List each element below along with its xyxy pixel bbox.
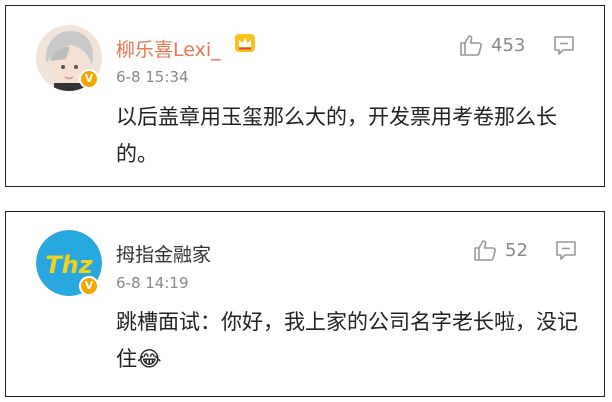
reply-icon[interactable] — [553, 35, 575, 56]
thumbs-up-icon — [474, 240, 496, 261]
verified-icon: V — [79, 69, 99, 89]
laughing-emoji-icon: 😂 — [137, 347, 162, 371]
like-count: 453 — [491, 34, 526, 56]
crown-icon — [234, 33, 256, 57]
comment-card: Thz V 拇指金融家 6-8 14:19 52 跳槽面试：你好，我上家的公司名… — [5, 211, 605, 397]
reply-icon[interactable] — [555, 240, 577, 261]
comment-text: 跳槽面试：你好，我上家的公司名字老长啦，没记住😂 — [116, 304, 580, 378]
comment-text-body: 跳槽面试：你好，我上家的公司名字老长啦，没记住 — [116, 310, 578, 371]
comment-card: V 柳乐喜Lexi_ 6-8 15:34 453 以后盖章用玉玺那么大的，开发票… — [5, 5, 605, 187]
comment-text: 以后盖章用玉玺那么大的，开发票用考卷那么长的。 — [116, 105, 557, 166]
comment-time: 6-8 15:34 — [116, 68, 189, 86]
like-button[interactable]: 453 — [459, 34, 525, 56]
comment-time: 6-8 14:19 — [116, 274, 189, 292]
comment-username[interactable]: 柳乐喜Lexi_ — [116, 35, 221, 62]
thumbs-up-icon — [460, 35, 482, 56]
svg-text:Thz: Thz — [45, 251, 93, 279]
comment-username[interactable]: 拇指金融家 — [116, 240, 211, 267]
like-count: 52 — [505, 239, 528, 261]
verified-icon: V — [79, 276, 99, 296]
like-button[interactable]: 52 — [473, 239, 528, 261]
